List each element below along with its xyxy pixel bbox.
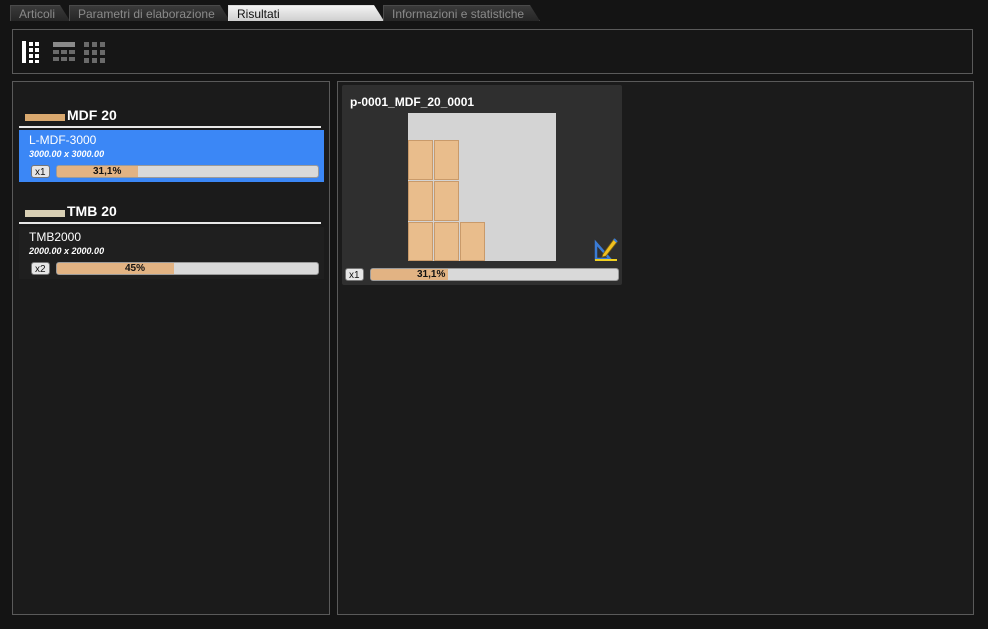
material-group-header: TMB 20 [19, 202, 321, 224]
layout-title: p-0001_MDF_20_0001 [350, 95, 475, 109]
tab-informazioni[interactable]: Informazioni e statistiche [383, 5, 540, 21]
material-group-header: MDF 20 [19, 106, 321, 128]
cut-piece [408, 140, 433, 180]
sheet-dimensions: 3000.00 x 3000.00 [29, 149, 105, 159]
material-swatch [25, 210, 65, 217]
quantity-badge: x1 [31, 165, 50, 178]
tab-bar: Articoli Parametri di elaborazione Risul… [0, 0, 988, 22]
view-toolbar [12, 29, 973, 74]
view-grid-icon[interactable] [84, 41, 106, 63]
cut-piece [434, 140, 459, 180]
tab-parametri[interactable]: Parametri di elaborazione [69, 5, 230, 21]
tab-articoli[interactable]: Articoli [10, 5, 70, 21]
sheet-item[interactable]: L-MDF-3000 3000.00 x 3000.00 x1 31,1% [19, 130, 324, 182]
layout-card[interactable]: p-0001_MDF_20_0001 x1 31,1% [342, 85, 622, 285]
view-table-icon[interactable] [53, 41, 75, 63]
sheet-item[interactable]: TMB2000 2000.00 x 2000.00 x2 45% [19, 227, 324, 279]
quantity-badge: x2 [31, 262, 50, 275]
material-title: MDF 20 [67, 107, 117, 123]
material-swatch [25, 114, 65, 121]
sheet-dimensions: 2000.00 x 2000.00 [29, 246, 105, 256]
cut-piece [460, 222, 485, 261]
cut-piece [434, 181, 459, 221]
materials-panel: MDF 20 L-MDF-3000 3000.00 x 3000.00 x1 3… [12, 81, 330, 615]
sheet-name: TMB2000 [29, 230, 82, 244]
usage-label: 31,1% [93, 166, 122, 177]
edit-layout-icon[interactable] [594, 237, 618, 261]
cut-piece [408, 222, 433, 261]
tab-risultati[interactable]: Risultati dell'elaborazione [228, 5, 384, 21]
quantity-badge: x1 [345, 268, 364, 281]
usage-label: 45% [125, 263, 146, 274]
material-title: TMB 20 [67, 203, 117, 219]
sheet-name: L-MDF-3000 [29, 133, 97, 147]
layouts-panel: p-0001_MDF_20_0001 x1 31,1% [337, 81, 974, 615]
usage-bar: 31,1% [370, 268, 619, 281]
cut-piece [434, 222, 459, 261]
cut-piece [408, 181, 433, 221]
view-list-icon[interactable] [22, 41, 44, 63]
usage-bar: 45% [56, 262, 319, 275]
usage-label: 31,1% [417, 269, 446, 280]
sheet-preview [408, 113, 556, 261]
usage-bar: 31,1% [56, 165, 319, 178]
